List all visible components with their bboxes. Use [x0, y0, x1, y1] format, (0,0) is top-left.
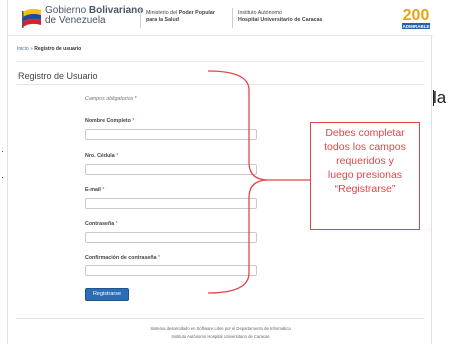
- ministry-name: Ministerio del Poder Popular para la Sal…: [146, 10, 215, 24]
- email-label: E-mail *: [85, 187, 104, 193]
- annotation-connector: [268, 179, 311, 181]
- breadcrumb: Inicio » Registro de usuario: [17, 46, 81, 52]
- required-star: *: [115, 221, 118, 227]
- id-number-label-text: Nro. Cédula: [85, 153, 115, 159]
- site-header: Gobierno Bolivariano de Venezuela Minist…: [8, 0, 433, 36]
- callout-line: luego presionas: [327, 169, 403, 181]
- screenshot-stage: Gobierno Bolivariano de Venezuela Minist…: [0, 0, 451, 344]
- ministry-prefix: Ministerio del: [146, 10, 178, 16]
- password-label: Contraseña *: [85, 221, 118, 227]
- required-star: *: [134, 96, 137, 102]
- confirm-password-label-text: Confirmación de contraseña: [85, 255, 157, 261]
- footer-institute: Instituto Autónomo Hospital Universitari…: [171, 334, 270, 339]
- footer-credit: Sistema desarrollado en Software Libre p…: [150, 326, 291, 331]
- institute-line1: Instituto Autónomo: [238, 10, 282, 16]
- password-label-text: Contraseña: [85, 221, 115, 227]
- gov-line2: de Venezuela: [45, 15, 106, 26]
- required-star: *: [158, 255, 161, 261]
- logo-word: ADMIRABLE: [403, 24, 430, 29]
- breadcrumb-home-link[interactable]: Inicio: [17, 46, 29, 52]
- divider: [16, 318, 424, 319]
- institute-name: Instituto Autónomo Hospital Universitari…: [238, 10, 323, 24]
- artifact-dot: [2, 177, 3, 178]
- government-name: Gobierno Bolivariano de Venezuela: [45, 6, 143, 26]
- id-number-label: Nro. Cédula *: [85, 153, 118, 159]
- header-divider: [232, 8, 233, 28]
- required-star: *: [132, 118, 135, 124]
- callout-line: “Registrarse”: [334, 183, 396, 195]
- confirm-password-label: Confirmación de contraseña *: [85, 255, 160, 261]
- callout-line: Debes completar: [325, 127, 405, 139]
- venezuela-flag-logo: [22, 8, 41, 28]
- breadcrumb-current: Registro de usuario: [34, 46, 82, 52]
- full-name-label: Nombre Completo *: [85, 118, 134, 124]
- caracas-200-logo: 200 ADMIRABLE: [402, 7, 430, 29]
- page-title: Registro de Usuario: [18, 71, 98, 81]
- annotation-callout: Debes completar todos los campos requeri…: [310, 122, 420, 230]
- register-button[interactable]: Registrarse: [85, 288, 129, 301]
- ministry-line2: para la Salud: [146, 17, 179, 23]
- header-divider: [140, 8, 141, 28]
- required-star: *: [102, 187, 105, 193]
- institute-line2: Hospital Universitario de Caracas: [238, 17, 323, 23]
- ministry-bold: Poder Popular: [178, 10, 215, 16]
- logo-number: 200: [403, 7, 430, 24]
- annotation-bracket: [207, 70, 269, 294]
- email-label-text: E-mail: [85, 187, 101, 193]
- artifact-dot: [2, 151, 3, 152]
- divider: [16, 61, 424, 62]
- callout-line: todos los campos: [324, 141, 406, 153]
- callout-line: requeridos y: [336, 155, 394, 167]
- required-note-text: Campos obligatorios: [85, 96, 134, 102]
- clipped-text: la: [433, 88, 447, 107]
- breadcrumb-separator: »: [30, 46, 33, 52]
- full-name-label-text: Nombre Completo: [85, 118, 131, 124]
- required-fields-note: Campos obligatorios *: [85, 96, 137, 102]
- required-star: *: [116, 153, 119, 159]
